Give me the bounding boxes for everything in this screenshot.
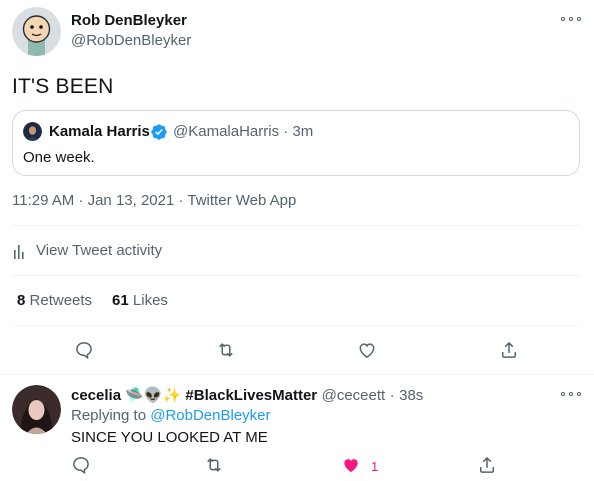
quoted-author-handle: @KamalaHarris: [173, 123, 280, 140]
replying-to: Replying to @RobDenBleyker: [71, 407, 271, 424]
divider: [12, 225, 580, 226]
author-avatar[interactable]: [12, 7, 61, 56]
reply-heart-icon[interactable]: [338, 452, 364, 478]
verified-badge-icon: [150, 123, 168, 146]
reply-text: SINCE YOU LOOKED AT ME: [71, 429, 268, 446]
likes-count: 61: [112, 292, 129, 309]
reply-like-count: 1: [371, 459, 379, 474]
retweet-icon[interactable]: [213, 337, 239, 363]
reply-separator: ·: [389, 387, 395, 404]
reply-share-icon[interactable]: [474, 452, 500, 478]
replying-to-label: Replying to: [71, 407, 147, 424]
quoted-tweet-text: One week.: [23, 149, 95, 166]
view-tweet-activity[interactable]: View Tweet activity: [12, 242, 162, 259]
author-handle[interactable]: @RobDenBleyker: [71, 32, 191, 49]
reply-author-name[interactable]: cecelia 🛸👽✨ #BlackLivesMatter: [71, 387, 317, 404]
tweet-timestamp[interactable]: 11:29 AM · Jan 13, 2021 · Twitter Web Ap…: [12, 192, 296, 209]
reply-reply-icon[interactable]: [68, 452, 94, 478]
more-options-icon[interactable]: [561, 14, 581, 24]
replying-to-handle-link[interactable]: @RobDenBleyker: [150, 407, 270, 424]
author-name[interactable]: Rob DenBleyker: [71, 12, 187, 29]
divider: [12, 275, 580, 276]
quoted-author-name: Kamala Harris: [49, 123, 150, 140]
reply-more-options-icon[interactable]: [561, 389, 581, 399]
heart-icon[interactable]: [354, 337, 380, 363]
bar-chart-icon: [12, 243, 26, 259]
tweet-stats: 8 Retweets 61 Likes: [17, 292, 168, 309]
retweets-stat[interactable]: 8 Retweets: [17, 292, 92, 309]
quoted-meta: @KamalaHarris · 3m: [173, 123, 313, 140]
quoted-tweet[interactable]: Kamala Harris @KamalaHarris · 3m One wee…: [12, 110, 580, 176]
reply-time[interactable]: 38s: [399, 387, 423, 404]
reply-author-avatar[interactable]: [12, 385, 61, 434]
quoted-author-avatar: [23, 122, 42, 141]
quoted-time: 3m: [292, 123, 314, 140]
retweets-label: Retweets: [29, 292, 93, 309]
share-icon[interactable]: [496, 337, 522, 363]
reply-author-handle[interactable]: @ceceett: [322, 387, 386, 404]
reply-header: cecelia 🛸👽✨ #BlackLivesMatter @ceceett ·…: [71, 386, 423, 405]
likes-label: Likes: [132, 292, 168, 309]
reply-icon[interactable]: [71, 337, 97, 363]
divider: [0, 374, 594, 375]
reply-retweet-icon[interactable]: [201, 452, 227, 478]
view-tweet-activity-label: View Tweet activity: [36, 242, 163, 259]
likes-stat[interactable]: 61 Likes: [112, 292, 168, 309]
quoted-separator: ·: [283, 123, 289, 140]
tweet-text: IT'S BEEN: [12, 75, 114, 98]
retweets-count: 8: [17, 292, 26, 309]
divider: [12, 325, 580, 326]
